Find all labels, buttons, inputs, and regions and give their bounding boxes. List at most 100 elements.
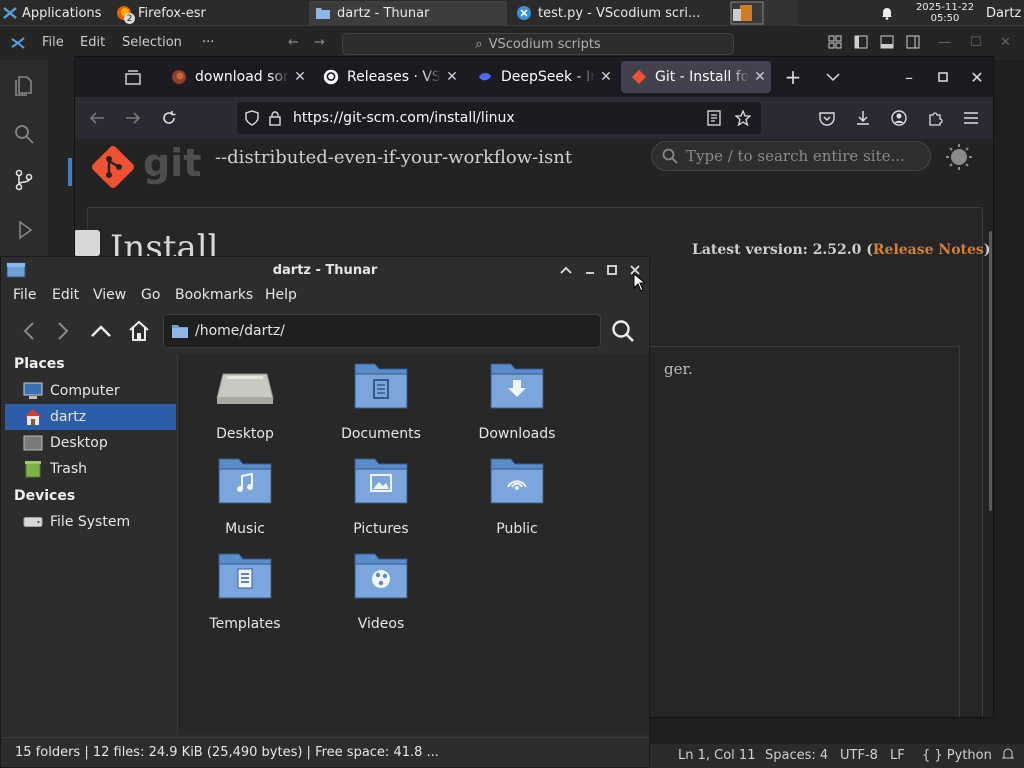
menu-bookmarks[interactable]: Bookmarks [175, 287, 253, 303]
sidebar-item-trash[interactable]: Trash [5, 456, 176, 482]
back-arrow-icon[interactable] [85, 106, 109, 130]
tab-git-install[interactable]: Git - Install for ✕ [621, 61, 771, 93]
workspace-3[interactable] [800, 0, 834, 26]
search-icon[interactable] [609, 317, 637, 345]
menu-selection[interactable]: Selection [122, 35, 182, 50]
folder-label: Templates [209, 616, 281, 632]
menu-file[interactable]: File [42, 35, 64, 50]
sidebar-item-file-system[interactable]: File System [5, 509, 176, 535]
folder-item-desktop[interactable]: Desktop [185, 360, 305, 450]
status-eol[interactable]: LF [890, 748, 905, 763]
applications-menu[interactable]: Applications [2, 0, 110, 26]
sidebar-item-computer[interactable]: Computer [5, 378, 176, 404]
hamburger-menu-icon[interactable] [959, 106, 983, 130]
tab-releases[interactable]: Releases · VSC ✕ [313, 61, 463, 93]
theme-toggle-icon[interactable] [945, 143, 973, 175]
workspace-2[interactable] [764, 0, 798, 26]
thunar-app-icon[interactable] [6, 261, 26, 279]
folder-item-downloads[interactable]: Downloads [457, 360, 577, 450]
tab-list-icon[interactable] [821, 65, 845, 89]
forward-icon[interactable] [49, 317, 77, 345]
menu-more[interactable]: ··· [202, 35, 214, 50]
run-debug-icon[interactable] [10, 216, 38, 244]
shield-icon[interactable] [245, 110, 259, 126]
url-bar[interactable]: https://git-scm.com/install/linux [237, 102, 761, 134]
folder-item-documents[interactable]: Documents [321, 360, 441, 450]
clock[interactable]: 2025-11-22 05:50 [908, 0, 982, 26]
tab-deepseek[interactable]: DeepSeek - Inv ✕ [467, 61, 617, 93]
tab-close-icon[interactable]: ✕ [595, 69, 617, 85]
toggle-sidebar-icon[interactable] [854, 35, 868, 53]
maximize-icon[interactable] [931, 65, 955, 89]
location-bar[interactable]: /home/dartz/ [163, 314, 601, 348]
task-vscodium[interactable]: test.py - VScodium scri... [510, 1, 710, 25]
folder-item-music[interactable]: Music [185, 455, 305, 545]
sidebar-toggle[interactable] [75, 230, 100, 256]
extensions-icon[interactable] [923, 106, 947, 130]
close-icon[interactable]: ✕ [965, 65, 989, 89]
menu-help[interactable]: Help [265, 287, 297, 303]
menu-view[interactable]: View [93, 287, 126, 303]
source-control-icon[interactable] [10, 166, 38, 194]
minimize-icon[interactable]: — [938, 35, 951, 50]
sidebar-item-label: dartz [50, 409, 87, 425]
pocket-icon[interactable] [815, 106, 839, 130]
reload-icon[interactable] [157, 106, 181, 130]
minimize-icon[interactable] [581, 261, 599, 279]
status-cursor-position[interactable]: Ln 1, Col 11 [678, 748, 755, 763]
task-thunar[interactable]: dartz - Thunar [309, 1, 507, 25]
folder-item-public[interactable]: Public [457, 455, 577, 545]
scrollbar[interactable] [989, 231, 992, 511]
folder-item-templates[interactable]: Templates [185, 550, 305, 640]
maximize-icon[interactable] [603, 261, 621, 279]
back-icon[interactable] [15, 317, 43, 345]
home-icon[interactable] [125, 317, 153, 345]
status-language[interactable]: { } Python [922, 748, 992, 763]
shade-icon[interactable] [557, 261, 575, 279]
sidebar-item-desktop[interactable]: Desktop [5, 430, 176, 456]
git-logo[interactable]: git [89, 141, 201, 191]
tab-close-icon[interactable]: ✕ [441, 69, 463, 85]
bell-icon[interactable] [880, 0, 900, 26]
workspace-switcher[interactable] [730, 0, 764, 26]
parent-folder-icon[interactable] [87, 317, 115, 345]
bookmark-star-icon[interactable] [735, 110, 751, 126]
forward-arrow-icon[interactable] [121, 106, 145, 130]
forward-arrow-icon[interactable]: → [314, 35, 325, 50]
user-menu[interactable]: Dartz [986, 0, 1024, 26]
task-firefox[interactable]: 2 Firefox-esr [110, 1, 308, 25]
search-icon[interactable] [10, 120, 38, 148]
sidebar-item-dartz[interactable]: dartz [5, 404, 176, 430]
toggle-panel-icon[interactable] [880, 35, 894, 53]
release-notes-link[interactable]: Release Notes [873, 242, 984, 258]
menu-file[interactable]: File [13, 287, 36, 303]
menu-edit[interactable]: Edit [52, 287, 79, 303]
back-arrow-icon[interactable]: ← [288, 35, 299, 50]
minimize-icon[interactable]: – [897, 65, 921, 89]
toggle-secondary-sidebar-icon[interactable] [906, 35, 920, 53]
tab-close-icon[interactable]: ✕ [749, 69, 771, 85]
command-center[interactable]: ⌕ VScodium scripts [342, 33, 734, 55]
reader-view-icon[interactable] [707, 110, 721, 126]
tab-overview-icon[interactable] [121, 65, 145, 89]
maximize-icon[interactable]: ☐ [970, 35, 982, 50]
site-search-input[interactable]: Type / to search entire site... [651, 141, 931, 171]
account-icon[interactable] [887, 106, 911, 130]
status-indentation[interactable]: Spaces: 4 [765, 748, 828, 763]
tab-download[interactable]: download som ✕ [161, 61, 311, 93]
explorer-icon[interactable] [10, 72, 38, 100]
layout-icon[interactable] [828, 35, 842, 53]
folder-item-pictures[interactable]: Pictures [321, 455, 441, 545]
new-tab-icon[interactable]: + [781, 65, 805, 89]
close-icon[interactable]: ✕ [1000, 35, 1011, 50]
downloads-icon[interactable] [851, 106, 875, 130]
tab-close-icon[interactable]: ✕ [289, 69, 311, 85]
search-icon: ⌕ [475, 36, 483, 52]
menu-go[interactable]: Go [141, 287, 160, 303]
notifications-bell-icon[interactable] [1001, 748, 1015, 765]
thunar-titlebar[interactable]: dartz - Thunar [1, 257, 649, 292]
folder-item-videos[interactable]: Videos [321, 550, 441, 640]
lock-icon[interactable] [269, 110, 281, 126]
menu-edit[interactable]: Edit [80, 35, 105, 50]
status-encoding[interactable]: UTF-8 [840, 748, 878, 763]
